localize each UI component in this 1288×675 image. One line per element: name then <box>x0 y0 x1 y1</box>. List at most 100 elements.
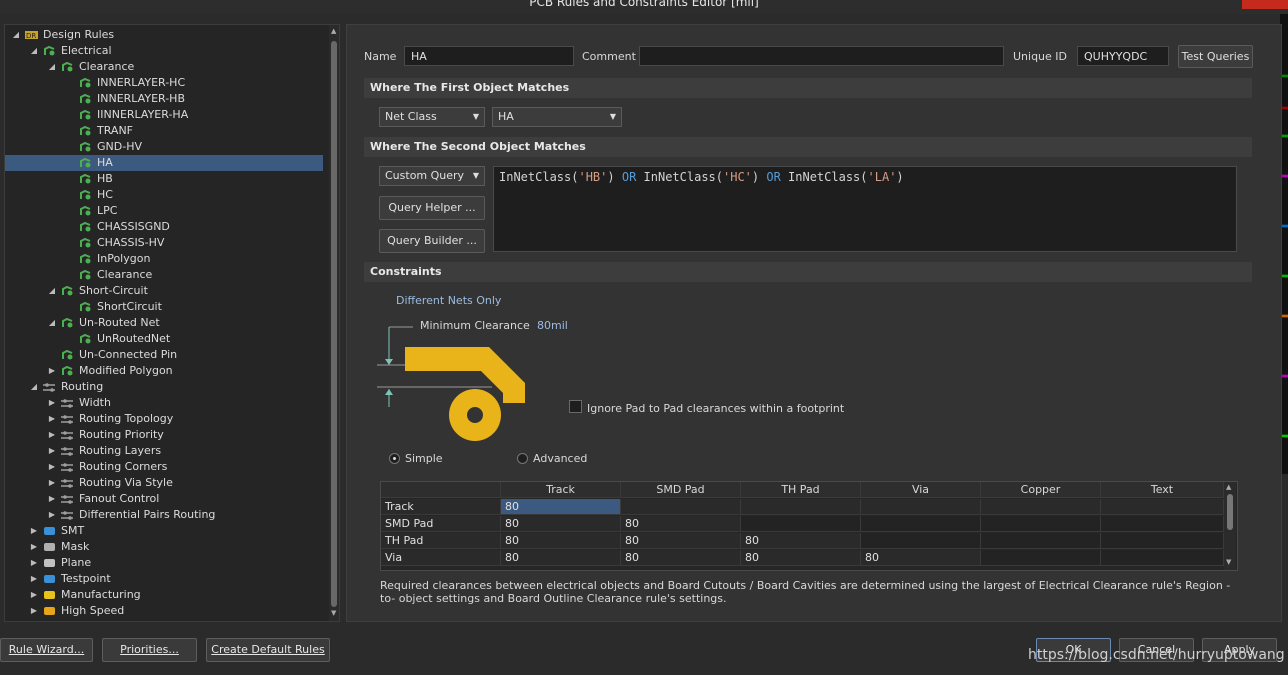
tree-item-routing[interactable]: ◢ Routing <box>5 379 325 395</box>
test-queries-button[interactable]: Test Queries <box>1178 45 1253 68</box>
tree-item-short-circuit[interactable]: ◢ Short-Circuit <box>5 283 325 299</box>
routing-icon <box>61 461 74 473</box>
collapsed-arrow-icon[interactable]: ▶ <box>29 603 39 619</box>
collapsed-arrow-icon[interactable]: ▶ <box>47 427 57 443</box>
tree-item-design-rules[interactable]: ◢ DR Design Rules <box>5 27 325 43</box>
tree-item-routing-topology[interactable]: ▶ Routing Topology <box>5 411 325 427</box>
first-object-value-select[interactable]: HA ▼ <box>492 107 622 127</box>
comment-input[interactable] <box>639 46 1004 66</box>
min-clearance-value[interactable]: 80mil <box>537 319 568 332</box>
tree-item-routing-priority[interactable]: ▶ Routing Priority <box>5 427 325 443</box>
tree-item-lpc[interactable]: LPC <box>5 203 325 219</box>
tree-item-unroutednet[interactable]: UnRoutedNet <box>5 331 325 347</box>
custom-query-editor[interactable]: InNetClass('HB') OR InNetClass('HC') OR … <box>493 166 1237 252</box>
collapsed-arrow-icon[interactable]: ▶ <box>47 459 57 475</box>
tree-item-differential-pairs-routing[interactable]: ▶ Differential Pairs Routing <box>5 507 325 523</box>
collapsed-arrow-icon[interactable]: ▶ <box>47 411 57 427</box>
tree-item-clearance[interactable]: Clearance <box>5 267 325 283</box>
tree-item-high-speed[interactable]: ▶ High Speed <box>5 603 325 619</box>
collapsed-arrow-icon[interactable]: ▶ <box>29 555 39 571</box>
matrix-cell[interactable]: 80 <box>741 550 861 566</box>
net-scope-selector[interactable]: Different Nets Only <box>396 294 501 307</box>
tree-item-routing-corners[interactable]: ▶ Routing Corners <box>5 459 325 475</box>
tree-scrollbar[interactable]: ▲ ▼ <box>329 25 339 621</box>
ignore-pad-checkbox[interactable] <box>569 400 582 413</box>
scroll-up-icon[interactable]: ▲ <box>331 27 336 35</box>
tree-item-routing-layers[interactable]: ▶ Routing Layers <box>5 443 325 459</box>
create-default-rules-button[interactable]: Create Default Rules <box>206 638 330 662</box>
collapsed-arrow-icon[interactable]: ▶ <box>29 523 39 539</box>
matrix-cell[interactable]: 80 <box>501 533 621 549</box>
first-object-type-select[interactable]: Net Class ▼ <box>379 107 485 127</box>
scroll-down-icon[interactable]: ▼ <box>331 609 336 617</box>
scroll-up-icon[interactable]: ▲ <box>1226 483 1231 491</box>
rules-tree[interactable]: ◢ DR Design Rules ◢ Electrical ◢ Clearance INNE… <box>4 24 340 622</box>
tree-item-hb[interactable]: HB <box>5 171 325 187</box>
expanded-arrow-icon[interactable]: ◢ <box>47 283 57 299</box>
query-builder-button[interactable]: Query Builder ... <box>379 229 485 253</box>
tree-item-innerlayer-hc[interactable]: INNERLAYER-HC <box>5 75 325 91</box>
matrix-cell[interactable]: 80 <box>861 550 981 566</box>
priorities-button[interactable]: Priorities... <box>102 638 197 662</box>
matrix-scrollbar[interactable]: ▲ ▼ <box>1224 482 1236 570</box>
tree-item-testpoint[interactable]: ▶ Testpoint <box>5 571 325 587</box>
tree-item-shortcircuit[interactable]: ShortCircuit <box>5 299 325 315</box>
expanded-arrow-icon[interactable]: ◢ <box>47 59 57 75</box>
collapsed-arrow-icon[interactable]: ▶ <box>29 539 39 555</box>
tree-item-un-routed-net[interactable]: ◢ Un-Routed Net <box>5 315 325 331</box>
matrix-column-header: Text <box>1101 482 1224 498</box>
tree-item-chassis-hv[interactable]: CHASSIS-HV <box>5 235 325 251</box>
tree-item-manufacturing[interactable]: ▶ Manufacturing <box>5 587 325 603</box>
expanded-arrow-icon[interactable]: ◢ <box>47 315 57 331</box>
advanced-mode-radio[interactable] <box>517 453 528 464</box>
second-object-type-select[interactable]: Custom Query ▼ <box>379 166 485 186</box>
collapsed-arrow-icon[interactable]: ▶ <box>47 491 57 507</box>
collapsed-arrow-icon[interactable]: ▶ <box>47 363 57 379</box>
tree-item-electrical[interactable]: ◢ Electrical <box>5 43 325 59</box>
tree-item-clearance[interactable]: ◢ Clearance <box>5 59 325 75</box>
matrix-scroll-thumb[interactable] <box>1227 494 1233 530</box>
collapsed-arrow-icon[interactable]: ▶ <box>47 395 57 411</box>
collapsed-arrow-icon[interactable]: ▶ <box>47 507 57 523</box>
expanded-arrow-icon[interactable]: ◢ <box>29 43 39 59</box>
collapsed-arrow-icon[interactable]: ▶ <box>47 443 57 459</box>
expanded-arrow-icon[interactable]: ◢ <box>11 27 21 43</box>
tree-item-routing-via-style[interactable]: ▶ Routing Via Style <box>5 475 325 491</box>
matrix-cell[interactable]: 80 <box>501 550 621 566</box>
tree-item-iinnerlayer-ha[interactable]: IINNERLAYER-HA <box>5 107 325 123</box>
simple-mode-radio[interactable] <box>389 453 400 464</box>
matrix-cell[interactable]: 80 <box>501 516 621 532</box>
tree-item-fanout-control[interactable]: ▶ Fanout Control <box>5 491 325 507</box>
collapsed-arrow-icon[interactable]: ▶ <box>29 587 39 603</box>
matrix-cell[interactable]: 80 <box>621 533 741 549</box>
tree-item-modified-polygon[interactable]: ▶ Modified Polygon <box>5 363 325 379</box>
matrix-cell[interactable]: 80 <box>741 533 861 549</box>
collapsed-arrow-icon[interactable]: ▶ <box>47 475 57 491</box>
clearance-matrix[interactable]: Track SMD Pad TH Pad Via Copper Text Track 80 SM… <box>380 481 1238 571</box>
tree-item-gnd-hv[interactable]: GND-HV <box>5 139 325 155</box>
tree-item-mask[interactable]: ▶ Mask <box>5 539 325 555</box>
tree-item-ha[interactable]: HA <box>5 155 323 171</box>
tree-item-chassisgnd[interactable]: CHASSISGND <box>5 219 325 235</box>
tree-scroll-thumb[interactable] <box>331 41 337 607</box>
tree-item-hc[interactable]: HC <box>5 187 325 203</box>
matrix-cell[interactable]: 80 <box>621 550 741 566</box>
unique-id-input[interactable]: QUHYYQDC <box>1077 46 1169 66</box>
tree-item-un-connected-pin[interactable]: Un-Connected Pin <box>5 347 325 363</box>
second-object-type-value: Custom Query <box>385 169 465 182</box>
rule-wizard-button[interactable]: Rule Wizard... <box>0 638 93 662</box>
matrix-cell[interactable]: 80 <box>501 499 621 515</box>
tree-item-tranf[interactable]: TRANF <box>5 123 325 139</box>
collapsed-arrow-icon[interactable]: ▶ <box>29 571 39 587</box>
tree-item-smt[interactable]: ▶ SMT <box>5 523 325 539</box>
tree-item-width[interactable]: ▶ Width <box>5 395 325 411</box>
name-input[interactable]: HA <box>404 46 574 66</box>
close-window-button[interactable] <box>1242 0 1288 9</box>
tree-item-innerlayer-hb[interactable]: INNERLAYER-HB <box>5 91 325 107</box>
query-helper-button[interactable]: Query Helper ... <box>379 196 485 220</box>
matrix-cell[interactable]: 80 <box>621 516 741 532</box>
tree-item-inpolygon[interactable]: InPolygon <box>5 251 325 267</box>
scroll-down-icon[interactable]: ▼ <box>1226 558 1231 566</box>
tree-item-plane[interactable]: ▶ Plane <box>5 555 325 571</box>
expanded-arrow-icon[interactable]: ◢ <box>29 379 39 395</box>
